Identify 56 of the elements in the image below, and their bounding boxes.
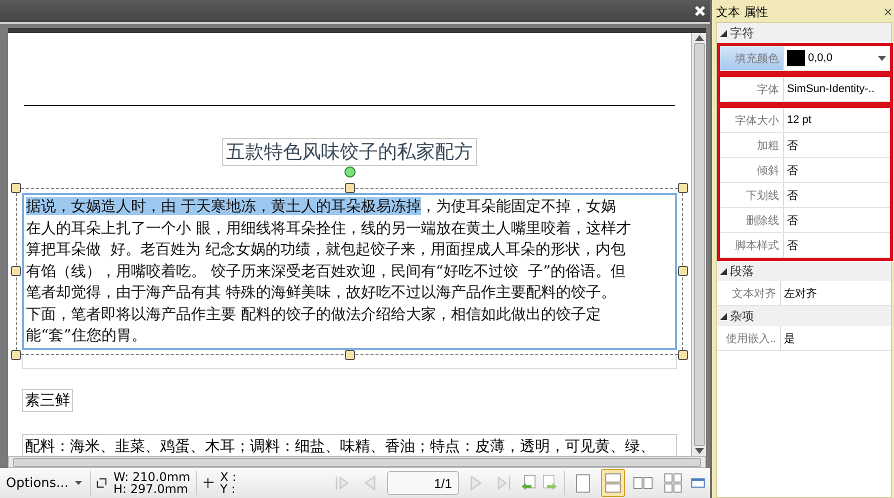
vertical-scrollbar[interactable]: [691, 33, 706, 456]
page-number-field[interactable]: 1/1: [387, 471, 460, 495]
expander-triangle-icon: [720, 268, 727, 274]
property-label[interactable]: 下划线: [720, 183, 784, 207]
resize-handle[interactable]: [678, 183, 688, 193]
page-layout-icon: [662, 471, 684, 495]
x-coordinate: X :: [220, 471, 236, 483]
section-heading: 素三鲜: [22, 388, 73, 412]
expander-triangle-icon: [720, 30, 727, 36]
property-label[interactable]: 脚本样式: [720, 233, 784, 257]
caret-icon: [74, 481, 82, 485]
property-value: 左对齐: [784, 286, 817, 300]
property-label[interactable]: 字体大小: [720, 108, 784, 132]
page-height: H: 297.0mm: [113, 483, 190, 495]
crosshair-icon: [202, 475, 214, 491]
expander-triangle-icon: [720, 312, 727, 320]
property-label[interactable]: 加粗: [720, 133, 784, 157]
property-value: 12 pt: [787, 114, 812, 126]
resize-handle[interactable]: [11, 266, 21, 276]
property-value: 否: [787, 188, 798, 202]
close-icon[interactable]: [884, 8, 892, 16]
category-header[interactable]: 杂项: [717, 306, 891, 326]
paragraph-text: 据说，女娲造人时，由 于天寒地冻，黄土人的耳朵极易冻掉，为使耳朵能固定不掉，女娲 在人的耳朵上扎了一个小 眼，用细线将耳朵拴住，线的另一端放在黄土人嘴里咬着，这样才 算把耳朵做 好。老百姓为 纪念女娲的功绩，就包起饺子来，用面捏成人耳朵的形状，内包 有馅（线），用嘴咬着吃。 饺子历来深受老百姓欢迎，民间有“好吃不过饺 子”的俗语。但 笔者却觉得，由于海产品有其 特殊的海鲜美味，故好吃不过以海产品作主要配料的饺子。 下面，笔者即将以海产品作主要 配料的饺子的做法介绍给大家，相信如此做出的饺子定 能“套”住您的胃。: [26, 196, 632, 346]
resize-handle[interactable]: [344, 183, 354, 193]
property-label[interactable]: 使用嵌入..: [717, 326, 781, 350]
property-label[interactable]: 删除线: [720, 208, 784, 232]
resize-handle[interactable]: [678, 266, 688, 276]
horizontal-scrollbar[interactable]: [8, 456, 706, 468]
property-value: 否: [787, 164, 798, 178]
panel-title: 文本 属性: [716, 4, 768, 20]
property-value: 否: [787, 214, 798, 228]
document-title: 五款特色风味饺子的私家配方: [222, 138, 477, 166]
y-coordinate: Y :: [220, 483, 236, 495]
property-value: 是: [784, 332, 795, 346]
scroll-up-icon[interactable]: [694, 35, 704, 41]
resize-handle[interactable]: [11, 183, 21, 193]
resize-handle[interactable]: [678, 350, 688, 360]
property-value: 否: [787, 138, 798, 152]
resize-handle[interactable]: [344, 350, 354, 360]
category-header[interactable]: 段落: [717, 261, 891, 281]
resize-handle[interactable]: [11, 350, 21, 360]
page-width: W: 210.0mm: [113, 471, 190, 483]
property-value: 0,0,0: [808, 52, 832, 64]
property-label[interactable]: 字体: [720, 77, 784, 101]
property-value: SimSun-Identity-..: [787, 83, 874, 95]
property-value: 否: [787, 238, 798, 252]
color-swatch: [787, 50, 805, 66]
property-label[interactable]: 倾斜: [720, 158, 784, 182]
dropdown-caret-icon[interactable]: [878, 56, 886, 60]
property-label[interactable]: 填充颜色: [720, 46, 784, 70]
scroll-down-icon[interactable]: [694, 448, 704, 454]
category-header[interactable]: 字符: [717, 23, 891, 43]
options-dropdown[interactable]: Options...: [4, 476, 84, 490]
continuous-page-view-button[interactable]: [600, 469, 625, 497]
rotate-handle[interactable]: [344, 166, 356, 178]
property-label[interactable]: 文本对齐: [717, 281, 781, 305]
